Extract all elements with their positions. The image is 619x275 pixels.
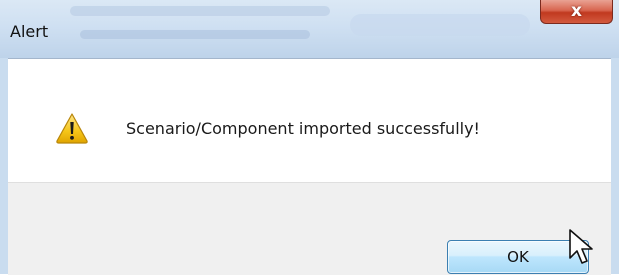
blurred-background-glow [350, 14, 530, 36]
button-bar: OK [8, 182, 611, 275]
close-icon: x [571, 1, 582, 21]
blurred-background-text [70, 6, 330, 16]
title-bar[interactable]: Alert x [0, 0, 619, 58]
blurred-background-text [80, 30, 310, 39]
dialog-body: Scenario/Component imported successfully… [8, 58, 611, 275]
message-area: Scenario/Component imported successfully… [8, 59, 611, 182]
alert-dialog: Alert x Scenario/Component imported succ… [0, 0, 619, 275]
warning-icon [56, 113, 88, 144]
close-button[interactable]: x [540, 0, 613, 24]
ok-button-label: OK [507, 248, 529, 266]
alert-message: Scenario/Component imported successfully… [126, 119, 480, 138]
ok-button[interactable]: OK [447, 240, 589, 274]
dialog-title: Alert [10, 22, 49, 41]
